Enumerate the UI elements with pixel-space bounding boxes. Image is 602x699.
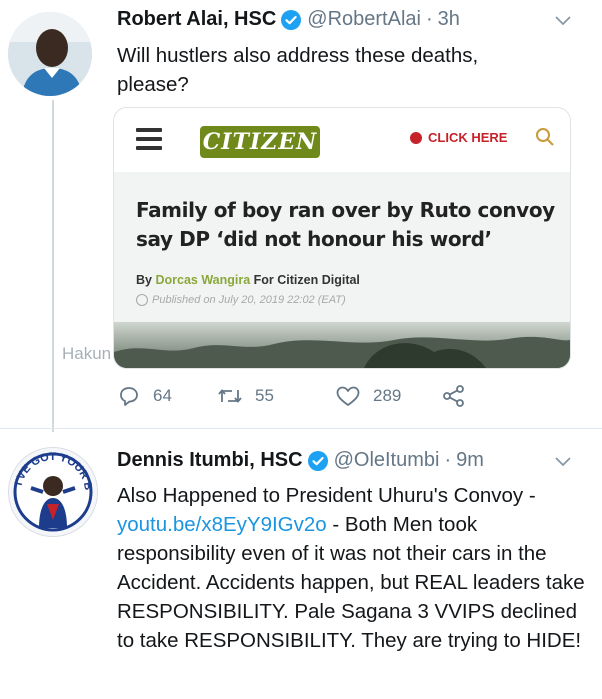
chevron-down-icon[interactable]: [555, 16, 571, 26]
reply-icon: [120, 387, 138, 406]
search-icon: [536, 128, 554, 146]
avatar-dennis-itumbi[interactable]: I'VE GOT YOUR BACK: [8, 447, 98, 537]
author-name[interactable]: Dennis Itumbi, HSC: [117, 449, 303, 472]
tweet-time[interactable]: 9m: [456, 449, 484, 472]
card-header-bar: CITIZEN CLICK HERE: [114, 108, 570, 172]
avatar-robert-alai[interactable]: [8, 12, 92, 96]
separator-dot: ·: [425, 8, 433, 30]
tweet-separator: [0, 428, 602, 429]
byline-prefix: By: [136, 273, 152, 287]
thread-line: [52, 100, 54, 432]
citizen-logo: CITIZEN: [200, 126, 320, 158]
retweet-icon: [218, 389, 242, 403]
retweet-action[interactable]: 55: [217, 384, 335, 408]
card-photo: [114, 322, 570, 368]
published-text: Published on July 20, 2019 22:02 (EAT): [152, 294, 346, 306]
tweet1-actions: 64 55 289: [117, 384, 479, 408]
card-headline: Family of boy ran over by Ruto convoy sa…: [136, 198, 555, 251]
like-count: 289: [373, 386, 402, 405]
like-action[interactable]: 289: [335, 384, 441, 408]
watermark-text: Hakun: [62, 344, 112, 363]
reply-action[interactable]: 64: [117, 384, 217, 408]
tweet-time[interactable]: 3h: [438, 8, 460, 31]
tweet2-text: Also Happened to President Uhuru's Convo…: [117, 481, 587, 655]
byline-author: Dorcas Wangira: [155, 273, 251, 287]
tweet2-link[interactable]: youtu.be/x8EyY9IGv2o: [117, 513, 327, 536]
hamburger-menu-icon: [136, 128, 162, 150]
separator-dot: ·: [444, 449, 452, 471]
verified-badge-icon: [307, 450, 328, 471]
verified-badge-icon: [281, 9, 302, 30]
share-action[interactable]: [441, 384, 479, 408]
author-name[interactable]: Robert Alai, HSC: [117, 8, 276, 31]
byline-suffix: For Citizen Digital: [253, 273, 360, 287]
click-here-text: CLICK HERE: [428, 130, 508, 145]
author-handle[interactable]: @OleItumbi: [334, 449, 440, 472]
card-byline: By Dorcas Wangira For Citizen Digital: [136, 273, 360, 287]
tweet1-text: Will hustlers also address these deaths,…: [117, 44, 479, 96]
svg-text:I'VE GOT YOUR BACK: I'VE GOT YOUR BACK: [9, 448, 94, 491]
retweet-count: 55: [255, 386, 274, 405]
click-here-label: CLICK HERE: [410, 130, 507, 145]
tweet2-text-intro: Also Happened to President Uhuru's Convo…: [117, 484, 536, 507]
link-card[interactable]: CITIZEN CLICK HERE Family of boy ran ove…: [113, 107, 571, 369]
reply-count: 64: [153, 386, 172, 405]
chevron-down-icon[interactable]: [555, 457, 571, 467]
tweet2-header: Dennis Itumbi, HSC @OleItumbi · 9m: [117, 449, 484, 472]
share-icon: [443, 385, 464, 407]
tweet1-header: Robert Alai, HSC @RobertAlai · 3h: [117, 8, 460, 31]
author-handle[interactable]: @RobertAlai: [307, 8, 421, 31]
avatar-badge-text: I'VE GOT YOUR BACK: [9, 448, 94, 491]
clock-icon: [136, 294, 148, 306]
red-dot-icon: [410, 131, 422, 144]
like-icon: [336, 386, 360, 406]
card-published: Published on July 20, 2019 22:02 (EAT): [136, 294, 346, 306]
